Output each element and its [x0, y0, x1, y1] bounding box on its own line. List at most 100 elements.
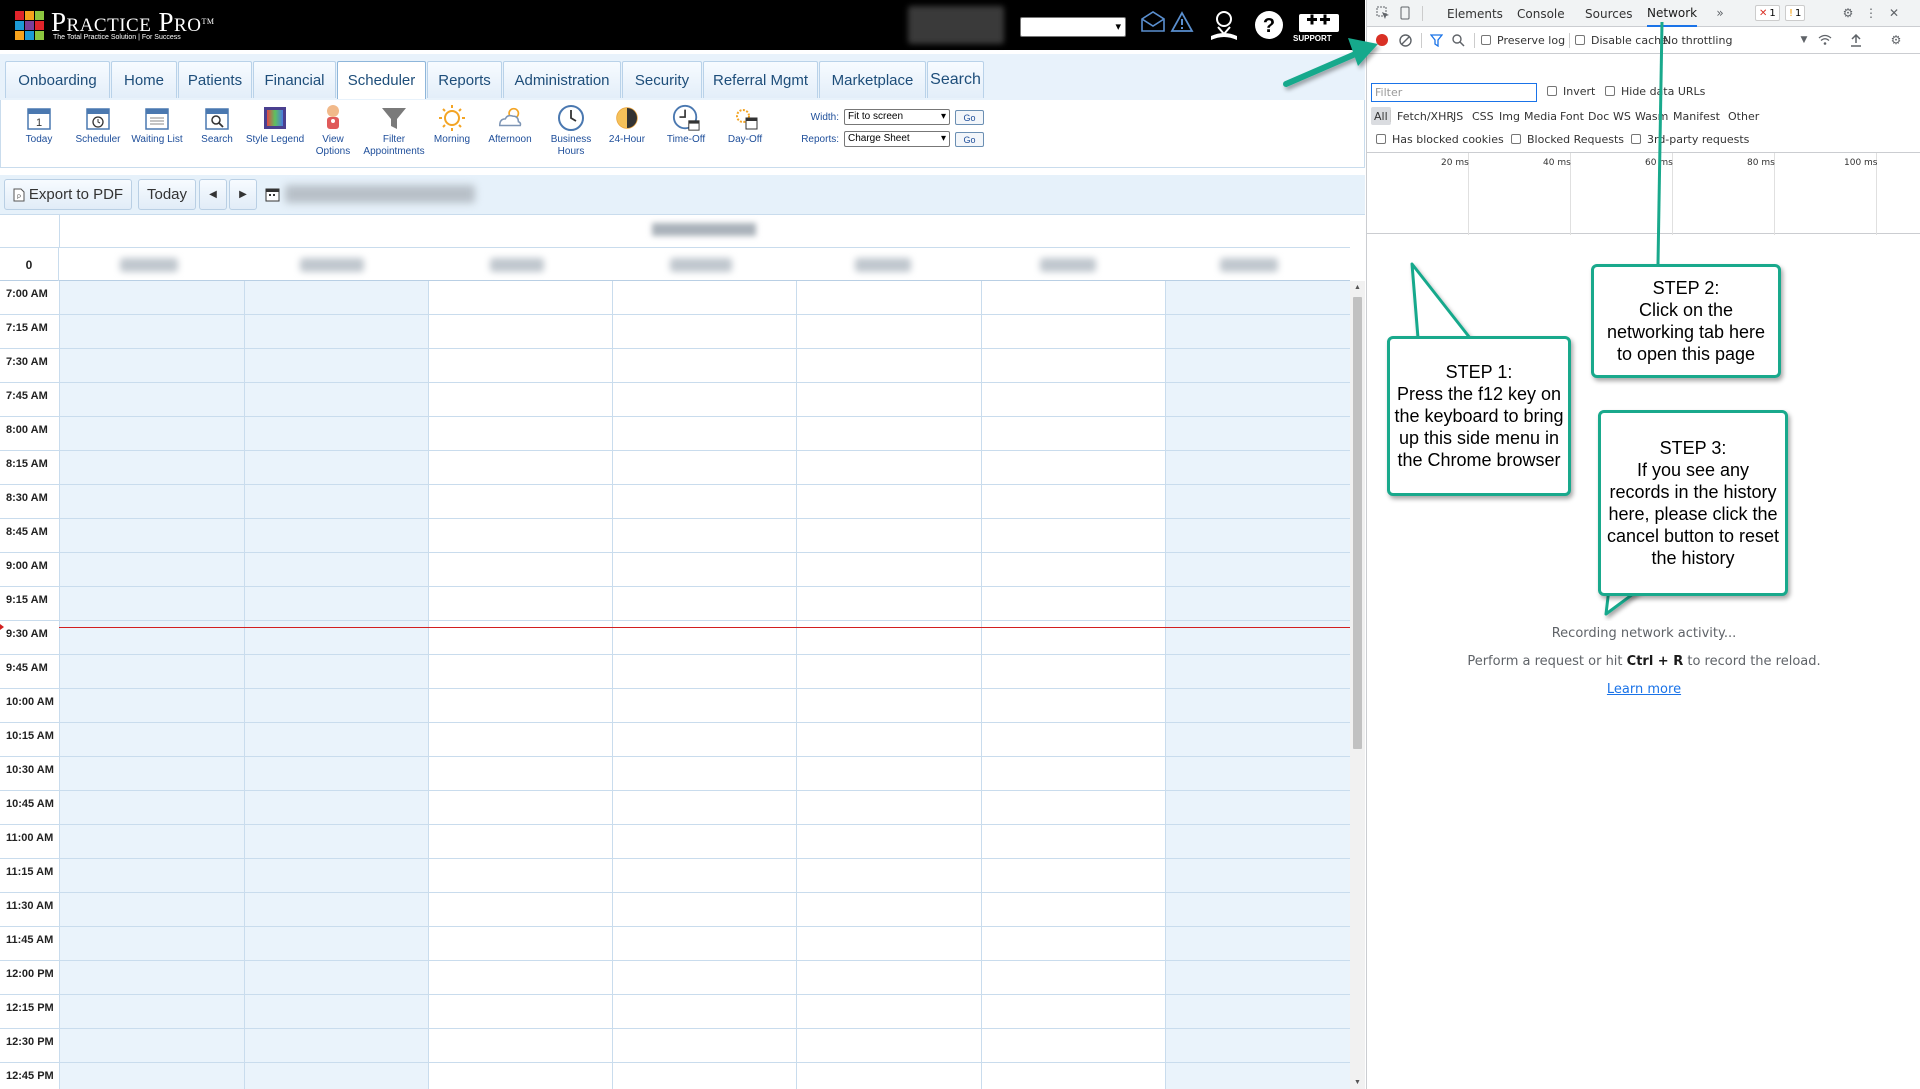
import-har-icon[interactable]: [1847, 31, 1865, 49]
scroll-up-icon[interactable]: ▲: [1354, 284, 1361, 291]
throttling-select[interactable]: No throttling: [1663, 34, 1732, 47]
type-filter-media[interactable]: Media: [1521, 107, 1560, 125]
training-icon[interactable]: [1208, 8, 1240, 42]
type-filter-manifest[interactable]: Manifest: [1670, 107, 1723, 125]
tool-business-hours[interactable]: Business Hours: [548, 104, 594, 158]
more-tabs-icon[interactable]: »: [1711, 4, 1729, 22]
date-picker-icon[interactable]: [265, 187, 280, 207]
type-filter-font[interactable]: Font: [1557, 107, 1587, 125]
tool-waiting-list[interactable]: Waiting List: [129, 104, 185, 146]
tool-day-off[interactable]: Day-Off: [725, 104, 765, 146]
svg-text:P: P: [17, 195, 21, 201]
tab-home[interactable]: Home: [111, 61, 177, 98]
tool-scheduler[interactable]: Scheduler: [75, 104, 121, 146]
location-select[interactable]: ▾: [1020, 17, 1126, 37]
device-toolbar-icon[interactable]: [1396, 4, 1414, 22]
scroll-down-icon[interactable]: ▼: [1354, 1079, 1361, 1086]
has-blocked-cookies-checkbox[interactable]: [1376, 134, 1386, 144]
provider-header[interactable]: [855, 258, 911, 272]
type-filter-css[interactable]: CSS: [1469, 107, 1497, 125]
reports-go-button[interactable]: Go: [955, 132, 984, 147]
tool-search[interactable]: Search: [199, 104, 235, 146]
invert-checkbox[interactable]: [1547, 86, 1557, 96]
type-filter-all[interactable]: All: [1371, 107, 1391, 125]
network-conditions-icon[interactable]: [1816, 31, 1834, 49]
tool-time-off[interactable]: Time-Off: [663, 104, 709, 146]
reports-select[interactable]: Charge Sheet ▾: [844, 131, 950, 147]
devtools-tab-console[interactable]: Console: [1517, 0, 1565, 27]
type-filter-ws[interactable]: WS: [1610, 107, 1634, 125]
tab-administration[interactable]: Administration: [503, 61, 621, 98]
time-slot-grid[interactable]: 7:00 AM 7:15 AM 7:30 AM 7:45 AM 8:00 AM 8:15 …: [0, 281, 1350, 1089]
width-select[interactable]: Fit to screen ▾: [844, 109, 950, 125]
type-filter-fetch-xhr[interactable]: Fetch/XHR: [1394, 107, 1457, 125]
network-timeline-overview[interactable]: 20 ms 40 ms 60 ms 80 ms 100 ms: [1367, 152, 1920, 235]
tool-today[interactable]: 1 Today: [21, 104, 57, 146]
type-filter-other[interactable]: Other: [1725, 107, 1762, 125]
search-icon[interactable]: [1449, 31, 1467, 49]
disable-cache-checkbox[interactable]: [1575, 35, 1585, 45]
tab-onboarding[interactable]: Onboarding: [5, 61, 110, 98]
width-go-button[interactable]: Go: [955, 110, 984, 125]
clear-cancel-icon[interactable]: [1396, 31, 1414, 49]
more-options-icon[interactable]: ⋮: [1862, 4, 1880, 22]
calendar-date-header: [0, 215, 1350, 248]
learn-more-link[interactable]: Learn more: [1607, 682, 1681, 697]
tool-style-legend[interactable]: Style Legend: [246, 104, 304, 146]
tab-search[interactable]: Search: [927, 61, 984, 98]
tab-financial[interactable]: Financial: [253, 61, 336, 98]
preserve-log-checkbox[interactable]: [1481, 35, 1491, 45]
tab-patients[interactable]: Patients: [178, 61, 252, 98]
export-pdf-button[interactable]: P Export to PDF: [4, 179, 132, 210]
provider-header[interactable]: [1220, 258, 1278, 272]
tool-24-hour[interactable]: 24-Hour: [607, 104, 647, 146]
filter-funnel-icon[interactable]: [1427, 31, 1445, 49]
third-party-checkbox[interactable]: [1631, 134, 1641, 144]
settings-gear-icon[interactable]: ⚙: [1839, 4, 1857, 22]
record-icon[interactable]: [1376, 34, 1388, 46]
warning-badge[interactable]: ! 1: [1785, 5, 1806, 21]
support-icon[interactable]: [1298, 12, 1340, 34]
tool-filter-appointments[interactable]: Filter Appointments: [359, 104, 429, 158]
error-badge[interactable]: ✕ 1: [1755, 5, 1780, 21]
prev-day-button[interactable]: ◀: [199, 179, 227, 210]
type-filter-js[interactable]: JS: [1450, 107, 1466, 125]
tab-security[interactable]: Security: [622, 61, 702, 98]
devtools-tab-elements[interactable]: Elements: [1447, 0, 1503, 27]
provider-header[interactable]: [490, 258, 544, 272]
recording-message: Recording network activity...: [1551, 626, 1737, 641]
chevron-down-icon[interactable]: ▼: [1795, 31, 1813, 49]
alert-icon[interactable]: [1170, 11, 1194, 33]
appointment-count: 0: [0, 248, 59, 281]
hide-data-urls-checkbox[interactable]: [1605, 86, 1615, 96]
tab-referral-mgmt[interactable]: Referral Mgmt: [703, 61, 818, 98]
network-filter-input[interactable]: Filter: [1371, 83, 1537, 102]
type-filter-img[interactable]: Img: [1496, 107, 1523, 125]
tool-morning[interactable]: Morning: [432, 104, 472, 146]
mail-icon[interactable]: [1140, 11, 1166, 33]
scrollbar-thumb[interactable]: [1353, 297, 1362, 749]
provider-header[interactable]: [300, 258, 364, 272]
step3-text: STEP 3: If you see any records in the hi…: [1598, 410, 1788, 596]
provider-header[interactable]: [120, 258, 178, 272]
tab-scheduler[interactable]: Scheduler: [337, 61, 426, 99]
type-filter-wasm[interactable]: Wasm: [1632, 107, 1671, 125]
type-filter-doc[interactable]: Doc: [1585, 107, 1612, 125]
tool-view-options[interactable]: View Options: [313, 104, 353, 158]
tool-afternoon[interactable]: Afternoon: [487, 104, 533, 146]
close-icon[interactable]: ✕: [1885, 4, 1903, 22]
devtools-tab-sources[interactable]: Sources: [1585, 0, 1632, 27]
devtools-tab-network[interactable]: Network: [1647, 0, 1698, 27]
provider-header[interactable]: [670, 258, 732, 272]
calendar-scrollbar[interactable]: ▲ ▼: [1350, 281, 1365, 1089]
network-settings-gear-icon[interactable]: ⚙: [1887, 31, 1905, 49]
help-icon[interactable]: ?: [1254, 10, 1284, 40]
logo[interactable]: Practice ProTM: [51, 8, 214, 36]
next-day-button[interactable]: ▶: [229, 179, 257, 210]
today-button[interactable]: Today: [138, 179, 196, 210]
tab-marketplace[interactable]: Marketplace: [819, 61, 926, 98]
provider-header[interactable]: [1040, 258, 1096, 272]
blocked-requests-checkbox[interactable]: [1511, 134, 1521, 144]
inspect-element-icon[interactable]: [1374, 4, 1392, 22]
tab-reports[interactable]: Reports: [427, 61, 502, 98]
